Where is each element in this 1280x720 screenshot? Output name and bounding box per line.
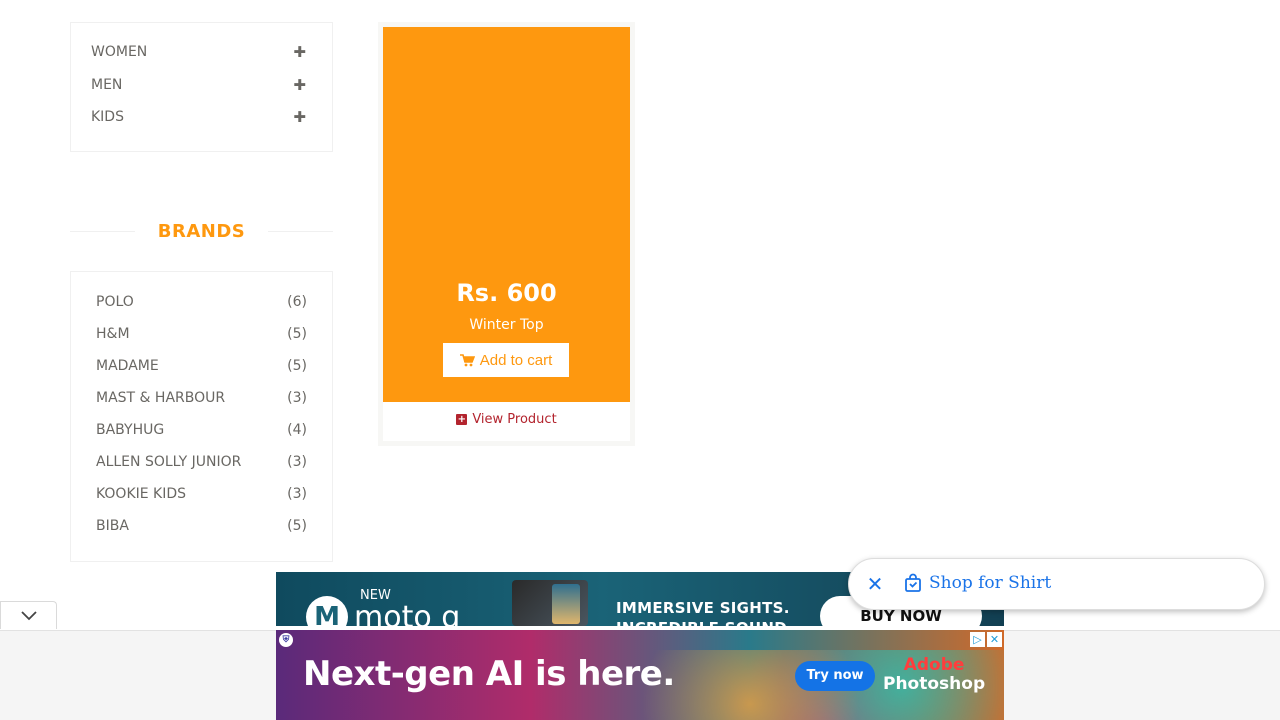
plus-icon[interactable]: ✚ (293, 76, 306, 94)
brand-name: MADAME (96, 358, 159, 374)
category-kids[interactable]: KIDS ✚ (91, 107, 306, 127)
brand-count: (5) (287, 326, 307, 342)
plus-square-icon: + (456, 414, 468, 425)
chevron-down-icon (20, 610, 37, 620)
ad-headline: Next-gen AI is here. (303, 654, 675, 694)
adchoices[interactable]: ▷ ✕ (970, 632, 1002, 647)
plus-icon[interactable]: ✚ (293, 43, 306, 61)
brand-name: KOOKIE KIDS (96, 486, 187, 502)
brand-item[interactable]: MAST & HARBOUR (3) (96, 388, 307, 408)
shopping-bag-icon (905, 573, 921, 592)
brands-panel: POLO (6) H&M (5) MADAME (5) MAST & HARBO… (70, 271, 333, 562)
brand-count: (3) (287, 486, 307, 502)
view-product-label: View Product (472, 412, 557, 427)
brand-item[interactable]: POLO (6) (96, 292, 307, 312)
plus-icon[interactable]: ✚ (293, 108, 306, 126)
ad-tagline: IMMERSIVE SIGHTS. INCREDIBLE SOUND. (616, 598, 793, 626)
brand-count: (5) (287, 358, 307, 374)
brand-count: (3) (287, 454, 307, 470)
brand-item[interactable]: BABYHUG (4) (96, 420, 307, 440)
brand-item[interactable]: H&M (5) (96, 324, 307, 344)
brand-name: ALLEN SOLLY JUNIOR (96, 454, 242, 470)
product-name: Winter Top (469, 317, 544, 333)
close-ad-icon[interactable]: ✕ (987, 632, 1002, 647)
category-men[interactable]: MEN ✚ (91, 75, 306, 95)
add-to-cart-label: Add to cart (479, 351, 553, 369)
category-label: MEN (91, 77, 123, 93)
adobe-ad-banner[interactable]: ⛨ ▷ ✕ Next-gen AI is here. Try now Adobe… (276, 630, 1004, 720)
product-card: Rs. 600 Winter Top Add to cart + View Pr… (378, 22, 635, 446)
brand-name: H&M (96, 326, 130, 342)
category-women[interactable]: WOMEN ✚ (91, 42, 306, 62)
view-product-link[interactable]: + View Product (383, 412, 630, 427)
category-label: KIDS (91, 109, 124, 125)
add-to-cart-button[interactable]: Add to cart (443, 343, 569, 377)
brands-title: BRANDS (157, 221, 246, 242)
shop-label: Shop for Shirt (929, 573, 1052, 593)
moto-logo: M moto g (306, 596, 460, 626)
product-price: Rs. 600 (456, 279, 557, 307)
brand-item[interactable]: ALLEN SOLLY JUNIOR (3) (96, 452, 307, 472)
brand-count: (5) (287, 518, 307, 534)
category-panel: WOMEN ✚ MEN ✚ KIDS ✚ (70, 22, 333, 152)
collapse-ad-button[interactable] (0, 601, 57, 629)
close-icon[interactable]: ✕ (863, 572, 887, 596)
brand-count: (6) (287, 294, 307, 310)
brand-name: BABYHUG (96, 422, 165, 438)
brand-count: (3) (287, 390, 307, 406)
divider (70, 231, 135, 232)
adobe-label: Adobe (903, 655, 965, 675)
ad-tagline-line2: INCREDIBLE SOUND. (616, 618, 793, 626)
motorola-logo-icon: M (306, 596, 348, 626)
brand-count: (4) (287, 422, 307, 438)
cart-icon (459, 353, 475, 366)
try-now-button[interactable]: Try now (795, 661, 875, 691)
shop-suggestion-pill[interactable]: ✕ Shop for Shirt (848, 558, 1265, 610)
product-overlay: Rs. 600 Winter Top Add to cart (383, 27, 630, 402)
page: WOMEN ✚ MEN ✚ KIDS ✚ BRANDS POLO (6) H&M… (0, 0, 1280, 720)
moto-brand: moto g (354, 599, 461, 627)
photoshop-label: Photoshop (883, 674, 986, 694)
phone-image (512, 580, 588, 626)
adchoices-icon[interactable]: ▷ (970, 632, 985, 647)
brand-item[interactable]: KOOKIE KIDS (3) (96, 484, 307, 504)
ad-tagline-line1: IMMERSIVE SIGHTS. (616, 599, 790, 617)
brand-name: BIBA (96, 518, 129, 534)
brand-item[interactable]: BIBA (5) (96, 516, 307, 536)
ad-shield-icon[interactable]: ⛨ (279, 633, 293, 647)
brand-name: MAST & HARBOUR (96, 390, 226, 406)
brands-heading: BRANDS (70, 218, 333, 246)
brand-name: POLO (96, 294, 134, 310)
divider (268, 231, 333, 232)
adobe-photoshop-logo: Adobe Photoshop (883, 656, 985, 694)
category-label: WOMEN (91, 44, 148, 60)
brand-item[interactable]: MADAME (5) (96, 356, 307, 376)
